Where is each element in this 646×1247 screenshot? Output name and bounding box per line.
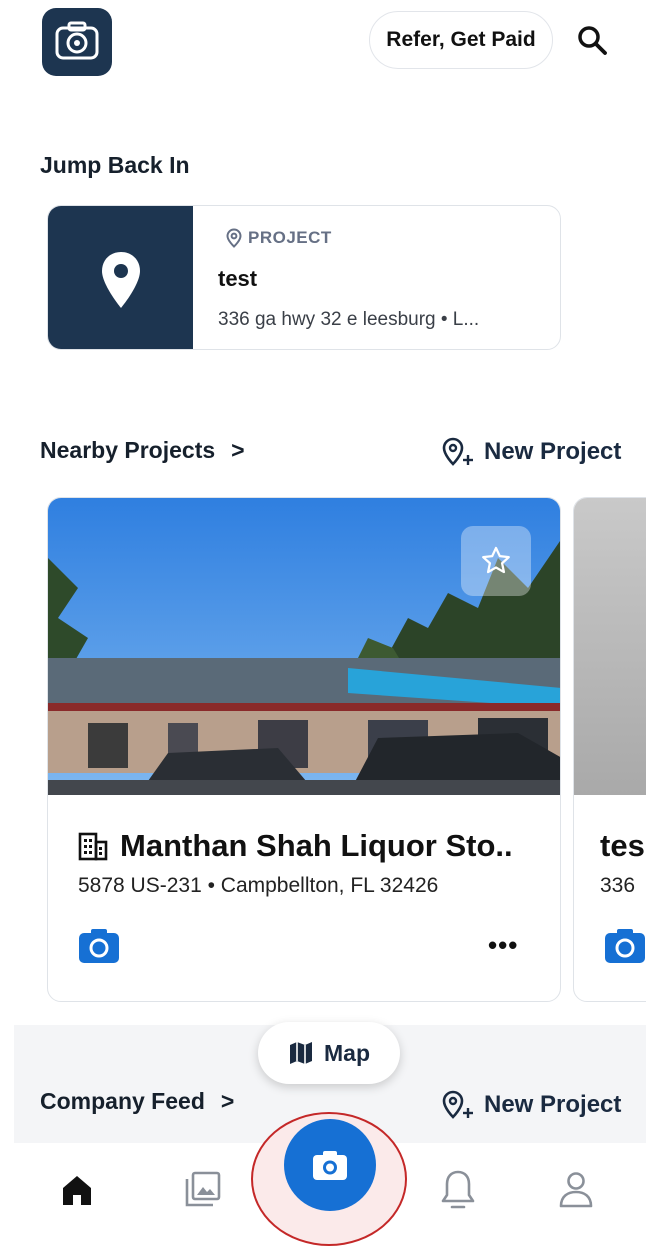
refer-get-paid-button[interactable]: Refer, Get Paid <box>369 11 553 69</box>
map-button[interactable]: Map <box>258 1022 400 1084</box>
gallery-icon[interactable] <box>184 1170 222 1213</box>
nearby-projects-link[interactable]: Nearby Projects > <box>40 437 245 464</box>
search-icon[interactable] <box>574 22 610 58</box>
company-feed-link[interactable]: Company Feed > <box>40 1088 234 1115</box>
location-outline-icon <box>226 228 242 248</box>
more-options-button[interactable]: ••• <box>488 930 518 961</box>
location-pin-icon <box>102 252 140 308</box>
recent-project-card[interactable]: PROJECT test 336 ga hwy 32 e leesburg • … <box>47 205 561 350</box>
nearby-project-card[interactable]: Manthan Shah Liquor Sto.. 5878 US-231 • … <box>47 497 561 1002</box>
jump-back-in-heading: Jump Back In <box>40 152 190 178</box>
camera-icon[interactable] <box>78 928 120 964</box>
project-thumbnail <box>48 206 193 349</box>
home-icon[interactable] <box>59 1172 95 1213</box>
project-photo <box>574 498 646 795</box>
building-icon <box>78 832 108 861</box>
camera-icon <box>313 1151 347 1180</box>
add-location-icon <box>442 1090 473 1119</box>
app-logo[interactable] <box>42 8 112 76</box>
nearby-project-card[interactable]: tes 336 <box>573 497 646 1002</box>
camera-location-logo-icon <box>55 21 99 60</box>
bell-icon[interactable] <box>440 1168 476 1215</box>
project-name: test <box>218 266 258 291</box>
project-type-label: PROJECT <box>226 228 332 248</box>
user-icon[interactable] <box>557 1170 595 1215</box>
favorite-button[interactable] <box>461 526 531 596</box>
project-address: 336 ga hwy 32 e leesburg • L... <box>218 309 480 330</box>
new-project-button[interactable]: New Project <box>442 437 621 467</box>
star-outline-icon <box>482 546 510 574</box>
new-project-button[interactable]: New Project <box>442 1090 621 1120</box>
map-icon <box>290 1042 312 1064</box>
project-address: 5878 US-231 • Campbellton, FL 32426 <box>78 874 439 897</box>
chevron-right-icon: > <box>231 437 245 463</box>
project-name: Manthan Shah Liquor Sto.. <box>78 828 513 864</box>
capture-button[interactable] <box>284 1119 376 1211</box>
project-name: tes <box>600 828 645 863</box>
chevron-right-icon: > <box>220 1088 235 1114</box>
add-location-icon <box>442 437 473 466</box>
project-address: 336 <box>600 874 636 897</box>
camera-icon[interactable] <box>604 928 646 969</box>
